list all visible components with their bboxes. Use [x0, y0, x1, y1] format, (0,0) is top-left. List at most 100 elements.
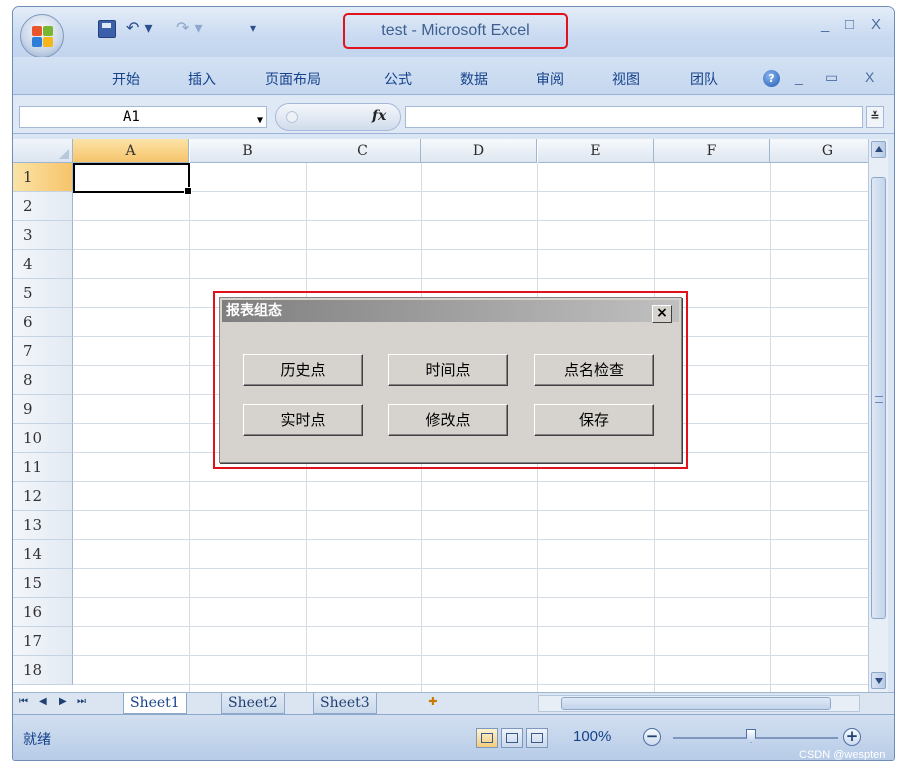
undo-icon[interactable]: ↶ ▾ [126, 18, 153, 37]
row-header[interactable]: 18 [13, 656, 73, 685]
next-sheet-icon[interactable]: ▶ [59, 696, 67, 707]
vertical-scroll-thumb[interactable] [871, 177, 886, 619]
page-break-icon [531, 733, 543, 743]
window-minimize-button[interactable]: _ [821, 16, 829, 33]
page-layout-view-button[interactable] [501, 728, 523, 748]
row-header[interactable]: 3 [13, 221, 73, 250]
help-icon[interactable]: ? [763, 70, 780, 87]
grid-line [73, 510, 868, 511]
zoom-level[interactable]: 100% [573, 728, 611, 745]
window-title: test - Microsoft Excel [343, 13, 568, 49]
row-header[interactable]: 15 [13, 569, 73, 598]
scroll-up-button[interactable] [871, 141, 886, 158]
tab-home[interactable]: 开始 [112, 69, 140, 89]
row-header[interactable]: 5 [13, 279, 73, 308]
row-header[interactable]: 16 [13, 598, 73, 627]
horizontal-scroll-thumb[interactable] [561, 697, 831, 710]
prev-sheet-icon[interactable]: ◀ [39, 696, 47, 707]
formula-input[interactable] [405, 106, 863, 128]
sheet-tab-sheet2[interactable]: Sheet2 [221, 693, 285, 714]
name-check-button[interactable]: 点名检查 [534, 354, 654, 386]
insert-function-icon[interactable]: fx [372, 108, 386, 124]
tab-insert[interactable]: 插入 [188, 69, 216, 89]
tab-team[interactable]: 团队 [690, 69, 718, 89]
sheet-tab-sheet1[interactable]: Sheet1 [123, 693, 187, 714]
page-view-icon [506, 733, 518, 743]
status-ready: 就绪 [23, 732, 51, 748]
tab-view[interactable]: 视图 [612, 69, 640, 89]
ribbon-close-button[interactable]: X [865, 69, 874, 85]
row-header[interactable]: 9 [13, 395, 73, 424]
grid-line [73, 539, 868, 540]
row-header[interactable]: 10 [13, 424, 73, 453]
sheet-tab-sheet3[interactable]: Sheet3 [313, 693, 377, 714]
zoom-slider-thumb[interactable] [746, 729, 756, 743]
column-header[interactable]: D [421, 139, 537, 163]
history-point-button[interactable]: 历史点 [243, 354, 363, 386]
save-button[interactable]: 保存 [534, 404, 654, 436]
grid-line [73, 597, 868, 598]
tab-page-layout[interactable]: 页面布局 [265, 69, 321, 89]
dialog-close-button[interactable]: × [652, 305, 672, 323]
zoom-out-button[interactable]: − [643, 728, 661, 746]
column-header[interactable]: E [538, 139, 654, 163]
row-header[interactable]: 6 [13, 308, 73, 337]
resize-knob-icon[interactable] [286, 111, 298, 123]
row-header[interactable]: 12 [13, 482, 73, 511]
insert-sheet-icon[interactable]: ✚ [425, 695, 441, 710]
column-header[interactable]: C [305, 139, 421, 163]
row-header[interactable]: 8 [13, 366, 73, 395]
save-icon[interactable] [98, 20, 116, 38]
grid-line [73, 220, 868, 221]
row-header[interactable]: 11 [13, 453, 73, 482]
horizontal-scrollbar[interactable] [538, 695, 860, 712]
row-header[interactable]: 1 [13, 163, 73, 192]
title-bar: ↶ ▾ ↷ ▾ ▾ test - Microsoft Excel _ □ X [13, 7, 894, 58]
arrow-down-icon [875, 678, 883, 684]
grip-icon [875, 396, 883, 403]
arrow-up-icon [875, 146, 883, 152]
grid-line [73, 191, 868, 192]
grid-line [73, 626, 868, 627]
realtime-point-button[interactable]: 实时点 [243, 404, 363, 436]
name-box-value: A1 [123, 109, 140, 125]
normal-view-button[interactable] [476, 728, 498, 748]
column-header[interactable]: A [73, 139, 189, 163]
name-box[interactable]: A1 ▼ [19, 106, 267, 128]
ribbon-restore-button[interactable]: ▭ [825, 69, 838, 86]
column-header[interactable]: B [190, 139, 306, 163]
tab-review[interactable]: 审阅 [536, 69, 564, 89]
redo-icon[interactable]: ↷ ▾ [176, 18, 203, 37]
first-sheet-icon[interactable]: ⏮ [19, 696, 28, 707]
window-close-button[interactable]: X [871, 16, 881, 33]
watermark: CSDN @wespten [799, 749, 886, 761]
row-header[interactable]: 2 [13, 192, 73, 221]
modify-point-button[interactable]: 修改点 [388, 404, 508, 436]
expand-formula-bar-icon[interactable]: ≚ [866, 106, 884, 128]
tab-formulas[interactable]: 公式 [384, 69, 412, 89]
column-header[interactable]: G [770, 139, 868, 163]
row-header[interactable]: 4 [13, 250, 73, 279]
office-logo-icon [32, 26, 54, 48]
page-break-view-button[interactable] [526, 728, 548, 748]
vertical-scrollbar[interactable] [868, 139, 888, 692]
customize-qat-icon[interactable]: ▾ [250, 21, 256, 35]
row-header[interactable]: 17 [13, 627, 73, 656]
ribbon-minimize-button[interactable]: _ [795, 69, 803, 85]
window-maximize-button[interactable]: □ [845, 16, 854, 33]
zoom-in-button[interactable]: + [843, 728, 861, 746]
column-header[interactable]: F [654, 139, 770, 163]
office-button[interactable] [20, 14, 64, 58]
formula-bar: A1 ▼ fx ≚ [13, 96, 894, 134]
scroll-down-button[interactable] [871, 672, 886, 689]
dialog-title: 报表组态 [222, 300, 679, 322]
active-cell[interactable] [73, 163, 192, 195]
time-point-button[interactable]: 时间点 [388, 354, 508, 386]
row-header[interactable]: 7 [13, 337, 73, 366]
tab-data[interactable]: 数据 [460, 69, 488, 89]
row-header[interactable]: 13 [13, 511, 73, 540]
select-all-button[interactable] [13, 139, 73, 163]
last-sheet-icon[interactable]: ⏭ [77, 696, 86, 707]
chevron-down-icon[interactable]: ▼ [257, 111, 263, 131]
row-header[interactable]: 14 [13, 540, 73, 569]
